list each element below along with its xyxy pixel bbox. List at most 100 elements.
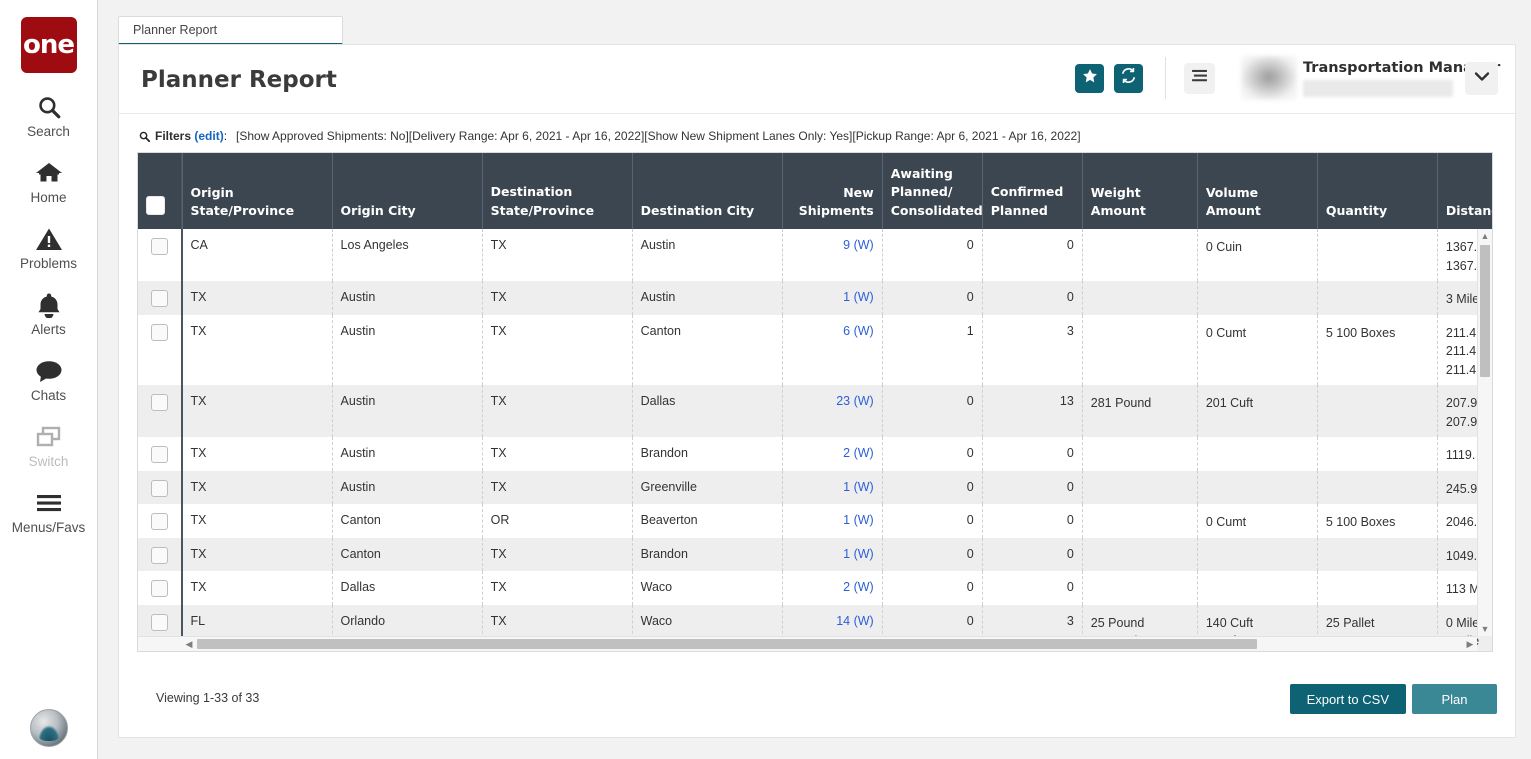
row-checkbox[interactable] — [151, 290, 169, 307]
sidebar-item-chats[interactable]: Chats — [0, 356, 98, 403]
cell-new-shipments[interactable]: 1 (W) — [782, 504, 883, 538]
scroll-right-arrow[interactable]: ▶ — [1463, 637, 1477, 651]
cell-quantity — [1317, 537, 1438, 571]
bell-icon — [37, 290, 61, 320]
cell-confirmed-planned: 0 — [982, 437, 1083, 471]
cell-new-shipments[interactable]: 1 (W) — [782, 281, 883, 315]
page-card: Planner Report Transportation Manager Fi… — [118, 44, 1516, 738]
row-checkbox[interactable] — [151, 238, 169, 255]
table-row[interactable]: TX Canton TX Brandon 1 (W) 0 0 1049. — [138, 537, 1492, 571]
cell-new-shipments[interactable]: 1 (W) — [782, 470, 883, 504]
cell-origin-city: Austin — [332, 385, 483, 437]
user-avatar[interactable] — [1241, 56, 1297, 100]
table-row[interactable]: CA Los Angeles TX Austin 9 (W) 0 0 0 Cuin 1367. 1… — [138, 229, 1492, 281]
column-header-origin-state[interactable]: Origin State/Province — [182, 153, 333, 229]
search-icon — [36, 92, 62, 122]
sidebar-item-search[interactable]: Search — [0, 92, 98, 139]
cell-new-shipments[interactable]: 23 (W) — [782, 385, 883, 437]
row-checkbox[interactable] — [151, 546, 169, 564]
cell-new-shipments[interactable]: 6 (W) — [782, 314, 883, 385]
list-menu-button[interactable] — [1184, 62, 1215, 94]
vertical-scroll-thumb[interactable] — [1480, 245, 1490, 377]
row-checkbox[interactable] — [151, 613, 169, 631]
table-row[interactable]: TX Dallas TX Waco 2 (W) 0 0 113 M — [138, 571, 1492, 605]
grid-horizontal-scrollbar[interactable]: ◀ ▶ — [138, 636, 1477, 651]
refresh-button[interactable] — [1114, 63, 1143, 93]
new-shipments-link[interactable]: 2 (W) — [843, 446, 874, 460]
column-header-confirmed[interactable]: Confirmed Planned — [982, 153, 1083, 229]
export-to-csv-button[interactable]: Export to CSV — [1289, 684, 1406, 714]
cell-confirmed-planned: 0 — [982, 470, 1083, 504]
cell-new-shipments[interactable]: 2 (W) — [782, 437, 883, 471]
sidebar-item-label: Home — [30, 190, 67, 205]
sidebar-item-problems[interactable]: Problems — [0, 224, 98, 271]
new-shipments-link[interactable]: 23 (W) — [836, 394, 874, 408]
sidebar-item-switch[interactable]: Switch — [0, 422, 98, 469]
favorite-button[interactable] — [1075, 63, 1104, 93]
cell-line: 25 Pound — [1090, 615, 1145, 630]
scroll-left-arrow[interactable]: ◀ — [182, 637, 196, 651]
cell-origin-city: Austin — [332, 437, 483, 471]
sidebar-item-menus-favs[interactable]: Menus/Favs — [0, 488, 98, 535]
column-header-quantity[interactable]: Quantity — [1317, 153, 1438, 229]
scroll-down-arrow[interactable]: ▼ — [1478, 622, 1492, 636]
new-shipments-link[interactable]: 14 (W) — [836, 614, 874, 628]
new-shipments-link[interactable]: 1 (W) — [843, 513, 874, 527]
cell-new-shipments[interactable]: 1 (W) — [782, 537, 883, 571]
cell-quantity — [1317, 571, 1438, 605]
table-row[interactable]: TX Austin TX Greenville 1 (W) 0 0 245.9 — [138, 470, 1492, 504]
sidebar-item-label: Switch — [28, 454, 69, 469]
sidebar-item-alerts[interactable]: Alerts — [0, 290, 98, 337]
new-shipments-link[interactable]: 1 (W) — [843, 480, 874, 494]
row-checkbox[interactable] — [151, 580, 169, 597]
tab-strip: Planner Report — [118, 16, 343, 45]
cell-new-shipments[interactable]: 9 (W) — [782, 229, 883, 281]
cell-weight-amount: 281 Pound — [1082, 385, 1198, 437]
tab-planner-report[interactable]: Planner Report — [118, 16, 343, 45]
column-header-new-shipments[interactable]: New Shipments — [782, 153, 883, 229]
table-row[interactable]: TX Austin TX Canton 6 (W) 1 3 0 Cumt 5 100 Boxes… — [138, 314, 1492, 385]
column-header-origin-city[interactable]: Origin City — [332, 153, 483, 229]
horizontal-scroll-thumb[interactable] — [197, 639, 1257, 649]
row-checkbox[interactable] — [151, 323, 169, 341]
plan-button[interactable]: Plan — [1412, 684, 1497, 714]
column-header-volume[interactable]: Volume Amount — [1197, 153, 1318, 229]
row-checkbox[interactable] — [151, 446, 169, 463]
cell-line: 281 Pound — [1090, 396, 1152, 410]
table-row[interactable]: TX Austin TX Brandon 2 (W) 0 0 1119. — [138, 437, 1492, 471]
column-header-distance[interactable]: Distance — [1437, 153, 1492, 229]
cell-awaiting-planned-consolidated: 0 — [882, 571, 983, 605]
column-header-awaiting[interactable]: Awaiting Planned/ Consolidated — [882, 153, 983, 229]
new-shipments-link[interactable]: 6 (W) — [843, 324, 874, 338]
one-logo[interactable]: one — [20, 17, 77, 73]
new-shipments-link[interactable]: 1 (W) — [843, 547, 874, 561]
column-header-dest-state[interactable]: Destination State/Province — [482, 153, 633, 229]
sidebar-item-home[interactable]: Home — [0, 158, 98, 205]
cell-origin-state: TX — [182, 437, 333, 471]
row-checkbox[interactable] — [151, 394, 169, 411]
new-shipments-link[interactable]: 9 (W) — [843, 238, 874, 252]
column-header-dest-city[interactable]: Destination City — [632, 153, 783, 229]
user-menu-button[interactable] — [1465, 61, 1498, 95]
header-line: Destination — [490, 184, 573, 199]
cell-new-shipments[interactable]: 2 (W) — [782, 571, 883, 605]
header-line: Awaiting — [890, 165, 953, 181]
cell-weight-amount — [1082, 437, 1198, 471]
new-shipments-link[interactable]: 2 (W) — [843, 580, 874, 594]
row-checkbox[interactable] — [151, 513, 169, 530]
grid-vertical-scrollbar[interactable]: ▲ ▼ — [1477, 229, 1492, 636]
scroll-up-arrow[interactable]: ▲ — [1478, 229, 1492, 243]
table-row[interactable]: TX Austin TX Austin 1 (W) 0 0 3 Mile — [138, 281, 1492, 315]
column-header-weight[interactable]: Weight Amount — [1082, 153, 1198, 229]
row-checkbox[interactable] — [151, 479, 169, 497]
cell-origin-state: TX — [182, 281, 333, 315]
table-row[interactable]: TX Austin TX Dallas 23 (W) 0 13 281 Pound 201 Cu… — [138, 385, 1492, 437]
cell-line: 0 Cumt — [1205, 325, 1247, 340]
home-icon — [35, 158, 63, 188]
new-shipments-link[interactable]: 1 (W) — [843, 290, 874, 304]
filter-edit-link[interactable]: (edit) — [194, 129, 223, 143]
avatar[interactable] — [29, 709, 68, 747]
table-row[interactable]: TX Canton OR Beaverton 1 (W) 0 0 0 Cumt 5 100 Bo… — [138, 504, 1492, 538]
select-all-checkbox[interactable] — [146, 196, 165, 215]
cell-dest-city: Austin — [632, 281, 783, 315]
